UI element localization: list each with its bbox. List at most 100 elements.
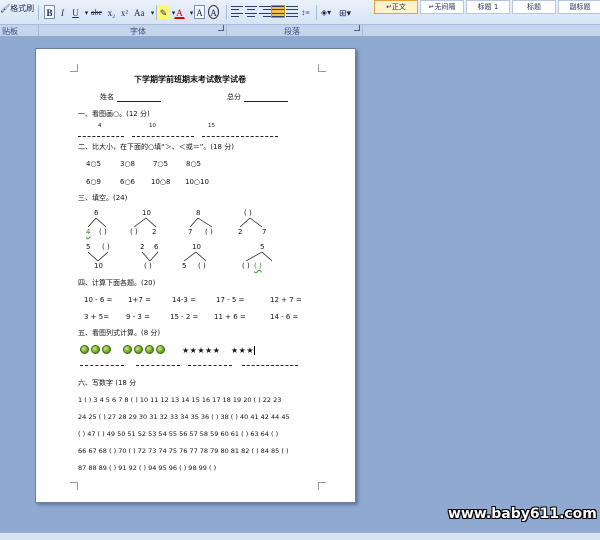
- name-blank: [117, 101, 161, 102]
- format-painter-button[interactable]: 🖌格式刷: [0, 3, 34, 14]
- bond-top: 8: [196, 209, 201, 217]
- format-painter-icon: 🖌: [0, 4, 11, 13]
- bold-button[interactable]: B: [44, 5, 55, 19]
- line-spacing-button[interactable]: ↕≡: [300, 5, 311, 19]
- bond-branches: [189, 217, 213, 228]
- style-subtitle[interactable]: 副标题: [558, 0, 600, 14]
- bond-left: 2: [140, 243, 145, 251]
- bond-left: 5: [86, 243, 91, 251]
- score-blank: [244, 101, 288, 102]
- number-sequence-line: 66 67 68 ( ) 70 ( ) 72 73 74 75 76 77 78…: [78, 447, 289, 455]
- separator: [316, 5, 317, 20]
- shading-button[interactable]: ◈▾: [320, 5, 332, 19]
- styles-gallery: ↵正文 ↵无间隔 标题 1 标题 副标题 不明: [368, 0, 600, 24]
- compare-item: 8○5: [186, 160, 202, 168]
- underline-button[interactable]: U: [70, 5, 81, 19]
- answer-line: [242, 365, 298, 366]
- section-6-heading: 六、写数字 (18 分: [78, 379, 137, 387]
- watermark: www.baby611.com: [448, 506, 597, 522]
- compare-item: 3○8: [120, 160, 136, 168]
- bond-right: 7: [262, 228, 267, 236]
- equation: 14-3 =: [172, 296, 196, 304]
- equation: 10 - 6 =: [84, 296, 113, 304]
- number-sequence-line: 24 25 ( ) 27 28 29 30 31 32 33 34 35 36 …: [78, 413, 290, 421]
- bond-top: 10: [94, 262, 103, 270]
- paragraph-dialog-launcher-icon[interactable]: [354, 25, 360, 31]
- bond-left: 2: [238, 228, 243, 236]
- compare-item: 10○10: [185, 178, 209, 186]
- document-title: 下学期学前班期末考试数学试卷: [134, 75, 246, 84]
- ribbon-group-labels: 贴板 字体 段落: [0, 24, 600, 36]
- change-case-button[interactable]: Aa: [133, 5, 146, 19]
- distributed-icon[interactable]: [286, 6, 298, 17]
- apple-image: [102, 345, 111, 354]
- section-3-heading: 三、填空。(24): [78, 194, 128, 202]
- separator: [156, 5, 157, 20]
- bond-right: 5: [260, 243, 265, 251]
- name-label: 姓名: [100, 93, 114, 101]
- clipboard-group-label: 贴板: [2, 27, 18, 36]
- answer-line: [78, 136, 124, 137]
- document-page[interactable]: 下学期学前班期末考试数学试卷 姓名 总分 一、看图画○。(12 分) 4 10 …: [35, 48, 356, 503]
- answer-line: [80, 365, 124, 366]
- bond-left: ( ): [242, 262, 250, 270]
- section-1-heading: 一、看图画○。(12 分): [78, 110, 150, 118]
- style-title[interactable]: 标题: [512, 0, 556, 14]
- bond-top: ( ): [244, 209, 252, 217]
- compare-item: 6○9: [86, 178, 102, 186]
- apple-image: [123, 345, 132, 354]
- font-color-button[interactable]: A: [174, 5, 185, 19]
- style-no-spacing[interactable]: ↵无间隔: [420, 0, 464, 14]
- section-2-heading: 二、比大小，在下面的○填“＞、＜或＝”。(18 分): [78, 143, 234, 151]
- status-bar: [0, 532, 600, 540]
- borders-button[interactable]: ⊞▾: [338, 5, 352, 19]
- justify-icon[interactable]: [271, 5, 285, 18]
- italic-button[interactable]: I: [57, 5, 68, 19]
- equation: 12 + 7 =: [270, 296, 302, 304]
- style-heading-1[interactable]: 标题 1: [466, 0, 510, 14]
- font-dialog-launcher-icon[interactable]: [218, 25, 224, 31]
- bond-right: 6: [154, 243, 159, 251]
- bond-branches: [141, 251, 159, 262]
- bond-right: ( ): [99, 228, 107, 236]
- style-normal[interactable]: ↵正文: [374, 0, 418, 14]
- compare-item: 7○5: [153, 160, 169, 168]
- equation: 14 - 6 =: [270, 313, 299, 321]
- separator: [226, 5, 227, 20]
- equation: 1+7 =: [128, 296, 151, 304]
- answer-line: [202, 136, 278, 137]
- char-shading-button[interactable]: A: [194, 5, 205, 19]
- bond-left: 4: [86, 228, 91, 236]
- margin-corner-mark: [318, 64, 326, 72]
- separator: [38, 5, 39, 20]
- margin-corner-mark: [70, 64, 78, 72]
- compare-item: 6○6: [120, 178, 136, 186]
- bond-branches: [239, 217, 263, 228]
- enclose-char-button[interactable]: A: [208, 5, 219, 19]
- bond-right: ( ): [102, 243, 110, 251]
- section-5-heading: 五、看图列式计算。(8 分): [78, 329, 161, 337]
- bond-top: ( ): [144, 262, 152, 270]
- bond-right: ( ): [205, 228, 213, 236]
- subscript-button[interactable]: x₂: [106, 5, 117, 19]
- star-group: ★★★★★: [182, 346, 221, 355]
- superscript-button[interactable]: x²: [119, 5, 130, 19]
- strikethrough-button[interactable]: abe: [90, 5, 103, 19]
- align-left-icon[interactable]: [231, 6, 243, 17]
- apple-image: [80, 345, 89, 354]
- align-center-icon[interactable]: [245, 6, 257, 17]
- bond-branches: [133, 217, 157, 228]
- separator: [362, 25, 363, 36]
- bond-top: 10: [142, 209, 151, 217]
- number-sequence-line: 87 88 89 ( ) 91 92 ( ) 94 95 96 ( ) 98 9…: [78, 464, 217, 472]
- align-right-icon[interactable]: [259, 6, 271, 17]
- answer-line: [136, 365, 180, 366]
- compare-item: 4○5: [86, 160, 102, 168]
- apple-image: [145, 345, 154, 354]
- section-1-number: 10: [149, 123, 156, 129]
- bond-right: 2: [152, 228, 157, 236]
- section-1-number: 4: [98, 123, 102, 129]
- margin-corner-mark: [70, 482, 78, 490]
- bond-left: 7: [188, 228, 193, 236]
- answer-line: [188, 365, 232, 366]
